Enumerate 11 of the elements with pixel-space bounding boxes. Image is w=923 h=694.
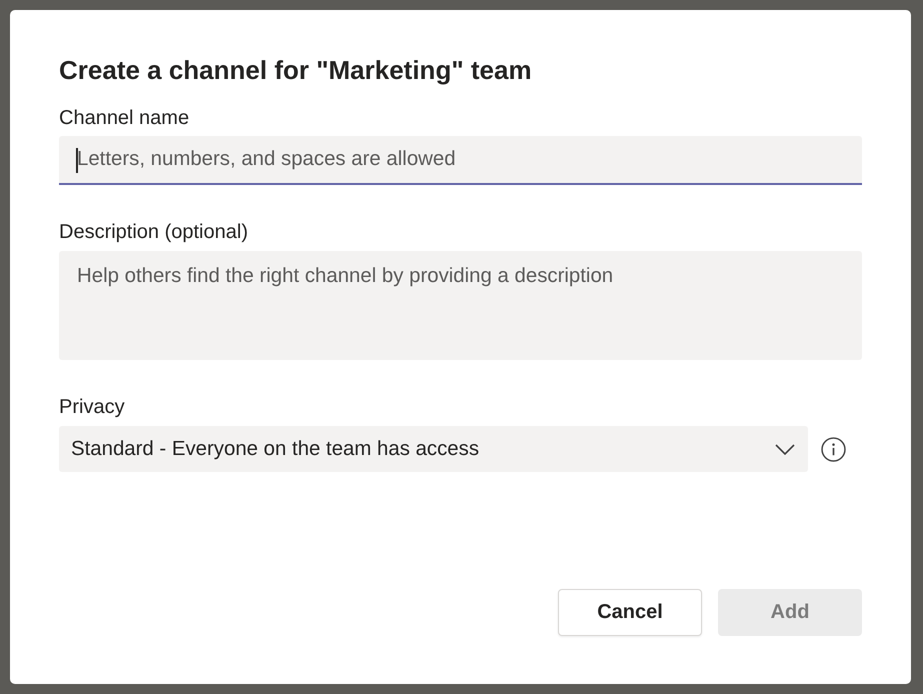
field-label: Description (optional): [59, 220, 248, 244]
privacy-dropdown[interactable]: Standard - Everyone on the team has access: [59, 426, 808, 472]
info-icon[interactable]: [821, 436, 846, 462]
dialog-title: Create a channel for "Marketing" team: [59, 54, 532, 86]
channel-name-field[interactable]: Letters, numbers, and spaces are allowed: [59, 136, 862, 185]
field-label: Channel name: [59, 106, 190, 130]
field-label: Privacy: [59, 395, 125, 419]
chevron-down-icon: [775, 444, 795, 454]
description-field[interactable]: Help others find the right channel by providing a description: [59, 251, 862, 360]
cancel-button[interactable]: Cancel: [558, 589, 702, 636]
text-cursor-icon: [76, 148, 78, 173]
